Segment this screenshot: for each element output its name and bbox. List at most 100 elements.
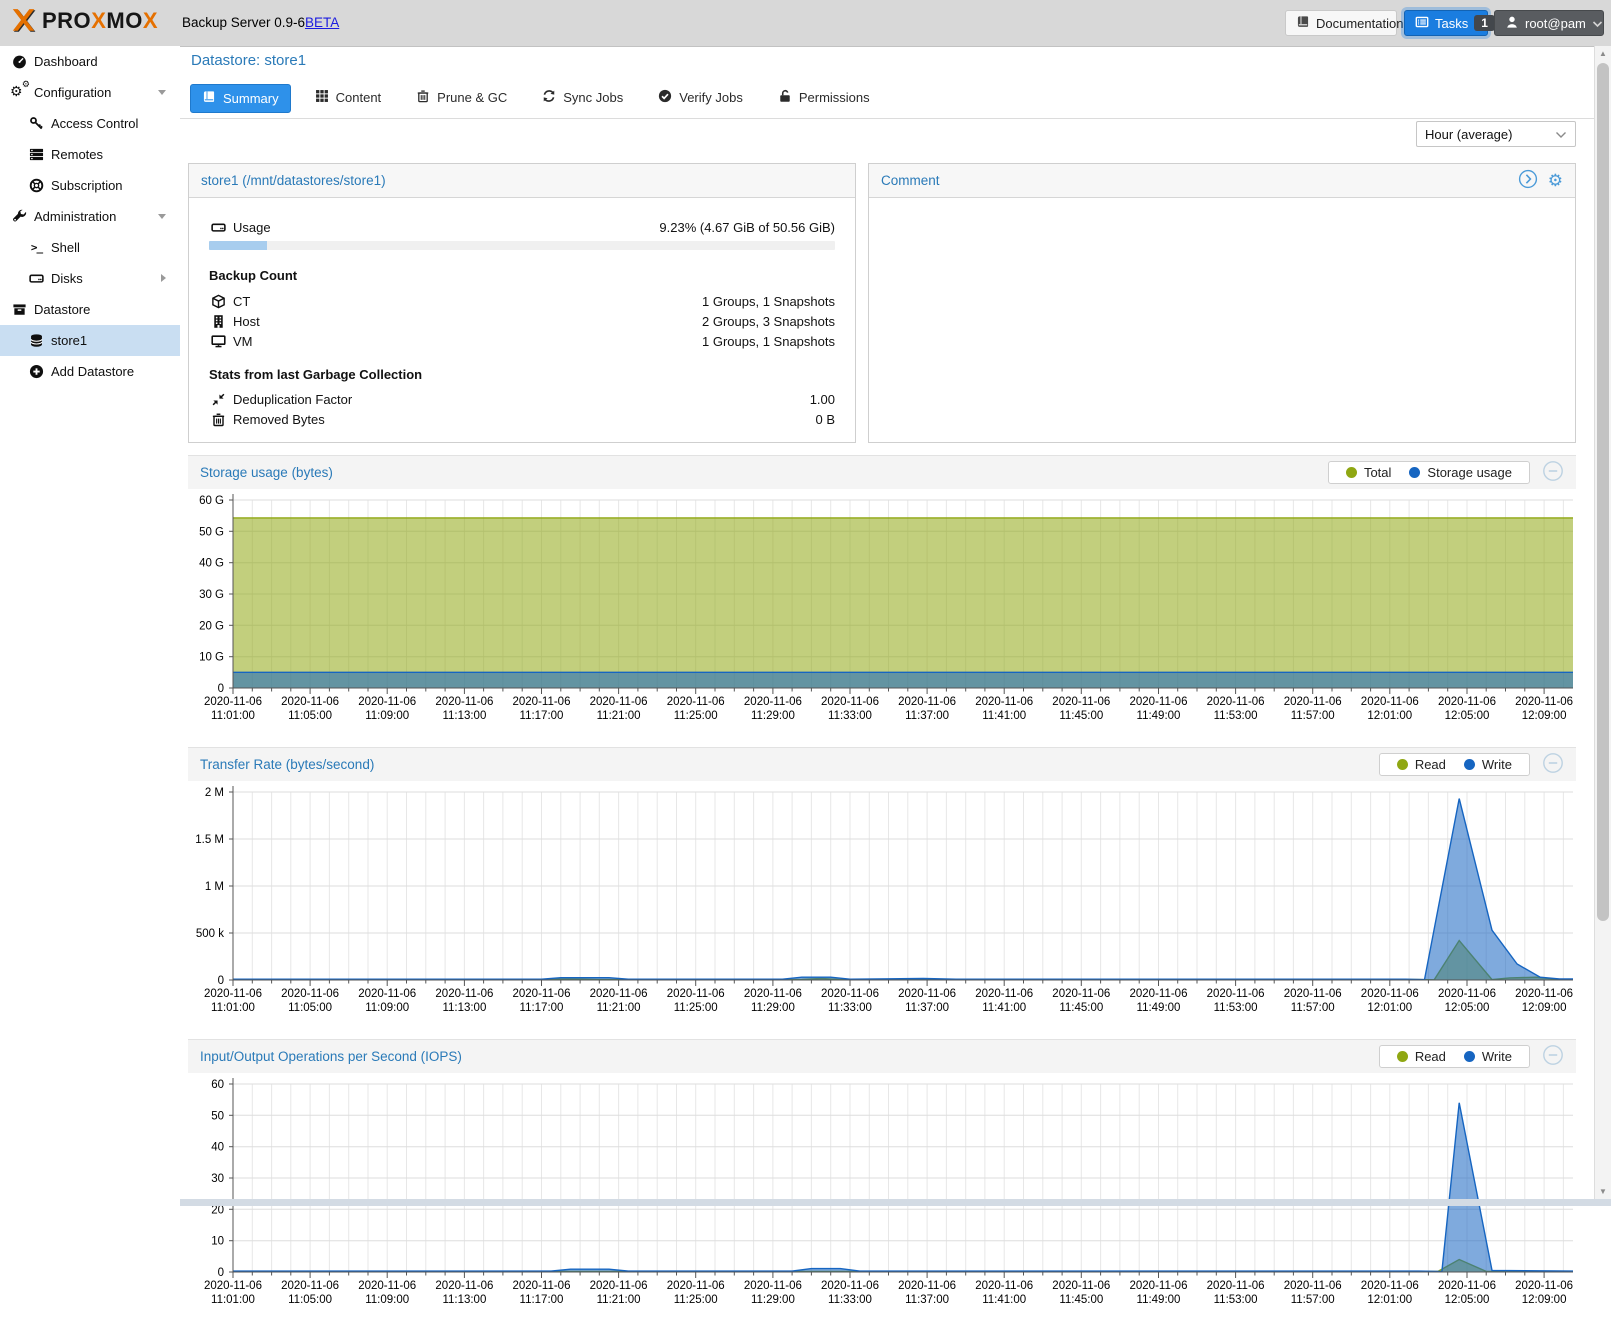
collapse-caret-icon[interactable]: [158, 214, 166, 219]
legend-item[interactable]: Storage usage: [1402, 465, 1519, 480]
usage-row: Usage 9.23% (4.67 GiB of 50.56 GiB): [209, 220, 835, 235]
beta-link[interactable]: BETA: [305, 15, 339, 30]
svg-text:11:05:00: 11:05:00: [288, 1294, 332, 1306]
tab-summary[interactable]: Summary: [190, 84, 291, 113]
chart-header: Transfer Rate (bytes/second) Read Write: [188, 747, 1576, 781]
expand-caret-icon[interactable]: [161, 274, 166, 282]
usage-label: Usage: [233, 220, 271, 235]
svg-text:2020-11-06: 2020-11-06: [1130, 1280, 1188, 1292]
legend-item[interactable]: Write: [1457, 757, 1519, 772]
svg-text:2020-11-06: 2020-11-06: [1207, 988, 1265, 1000]
desktop-icon: [209, 334, 227, 349]
sidebar-item-access-control[interactable]: Access Control: [0, 108, 180, 139]
vertical-scrollbar[interactable]: ▲ ▼: [1594, 46, 1611, 1206]
sidebar-item-shell[interactable]: >_ Shell: [0, 232, 180, 263]
compress-arrows-icon: [209, 392, 227, 407]
svg-text:2020-11-06: 2020-11-06: [821, 988, 879, 1000]
svg-text:11:13:00: 11:13:00: [442, 1294, 486, 1306]
tab-sync-jobs[interactable]: Sync Jobs: [531, 84, 634, 111]
svg-text:2020-11-06: 2020-11-06: [513, 988, 571, 1000]
sidebar-item-datastore[interactable]: Datastore: [0, 294, 180, 325]
tasks-button[interactable]: Tasks 1: [1404, 10, 1488, 36]
sidebar-item-subscription[interactable]: Subscription: [0, 170, 180, 201]
svg-text:11:05:00: 11:05:00: [288, 1002, 332, 1014]
svg-text:11:17:00: 11:17:00: [520, 1002, 564, 1014]
collapse-minus-icon[interactable]: [1542, 752, 1564, 777]
legend-item[interactable]: Read: [1390, 757, 1453, 772]
expand-chevron-circle-icon[interactable]: [1518, 169, 1538, 192]
usage-value: 9.23% (4.67 GiB of 50.56 GiB): [659, 220, 835, 235]
svg-text:11:45:00: 11:45:00: [1059, 1002, 1103, 1014]
legend-dot-icon: [1409, 467, 1420, 478]
unlock-icon: [778, 89, 792, 106]
scroll-down-icon[interactable]: ▼: [1595, 1187, 1611, 1196]
tab-content[interactable]: Content: [304, 84, 393, 111]
backup-count-row-ct: CT 1 Groups, 1 Snapshots: [209, 294, 835, 309]
svg-text:1 M: 1 M: [205, 881, 224, 893]
svg-text:11:01:00: 11:01:00: [211, 1294, 255, 1306]
svg-text:11:57:00: 11:57:00: [1291, 1002, 1335, 1014]
user-menu-button[interactable]: root@pam: [1494, 10, 1604, 36]
sidebar-item-remotes[interactable]: Remotes: [0, 139, 180, 170]
hdd-icon: [209, 220, 227, 235]
sidebar-item-dashboard[interactable]: Dashboard: [0, 46, 180, 77]
svg-text:2020-11-06: 2020-11-06: [590, 696, 648, 708]
sidebar-item-add-datastore[interactable]: Add Datastore: [0, 356, 180, 387]
terminal-icon: >_: [28, 241, 45, 254]
legend-item[interactable]: Write: [1457, 1049, 1519, 1064]
sidebar-item-configuration[interactable]: ⚙⚙ Configuration: [0, 77, 180, 108]
svg-text:2020-11-06: 2020-11-06: [590, 988, 648, 1000]
svg-text:20 G: 20 G: [199, 620, 224, 632]
tasks-count-badge: 1: [1474, 15, 1495, 31]
brand-wordmark: PROXMOX: [42, 8, 158, 34]
svg-text:2020-11-06: 2020-11-06: [821, 1280, 879, 1292]
legend-item[interactable]: Read: [1390, 1049, 1453, 1064]
chart-title: Transfer Rate (bytes/second): [200, 757, 1379, 772]
svg-text:2020-11-06: 2020-11-06: [744, 988, 802, 1000]
time-range-value: Hour (average): [1425, 127, 1512, 142]
svg-text:2020-11-06: 2020-11-06: [1361, 988, 1419, 1000]
svg-text:12:05:00: 12:05:00: [1445, 710, 1490, 722]
gear-icon[interactable]: ⚙: [1548, 172, 1563, 189]
collapse-caret-icon[interactable]: [158, 90, 166, 95]
documentation-button[interactable]: Documentation: [1285, 10, 1397, 36]
tab-verify-jobs[interactable]: Verify Jobs: [647, 84, 754, 111]
grid-icon: [315, 89, 329, 106]
collapse-minus-icon[interactable]: [1542, 460, 1564, 485]
tab-permissions[interactable]: Permissions: [767, 84, 881, 111]
svg-text:2020-11-06: 2020-11-06: [358, 696, 416, 708]
time-range-select[interactable]: Hour (average): [1416, 121, 1576, 147]
svg-text:11:57:00: 11:57:00: [1291, 710, 1335, 722]
svg-text:11:45:00: 11:45:00: [1059, 710, 1103, 722]
svg-text:2020-11-06: 2020-11-06: [975, 696, 1033, 708]
legend-dot-icon: [1464, 1051, 1475, 1062]
sidebar-item-disks[interactable]: Disks: [0, 263, 180, 294]
svg-text:11:53:00: 11:53:00: [1214, 1294, 1258, 1306]
svg-text:2020-11-06: 2020-11-06: [1438, 988, 1496, 1000]
svg-text:11:49:00: 11:49:00: [1137, 710, 1181, 722]
svg-text:60: 60: [211, 1079, 224, 1091]
sidebar-item-administration[interactable]: Administration: [0, 201, 180, 232]
svg-text:2020-11-06: 2020-11-06: [1130, 696, 1188, 708]
scrollbar-thumb[interactable]: [1597, 63, 1609, 921]
comment-body[interactable]: [869, 198, 1575, 204]
database-icon: [28, 333, 45, 348]
sidebar-item-store1[interactable]: store1: [0, 325, 180, 356]
tab-prune-gc[interactable]: Prune & GC: [405, 84, 518, 111]
svg-text:2020-11-06: 2020-11-06: [358, 1280, 416, 1292]
svg-text:12:01:00: 12:01:00: [1367, 1002, 1412, 1014]
svg-text:12:05:00: 12:05:00: [1445, 1002, 1490, 1014]
svg-text:11:37:00: 11:37:00: [905, 1294, 949, 1306]
svg-text:12:09:00: 12:09:00: [1522, 710, 1567, 722]
collapse-minus-icon[interactable]: [1542, 1044, 1564, 1069]
scroll-up-icon[interactable]: ▲: [1595, 49, 1611, 58]
svg-text:2020-11-06: 2020-11-06: [1515, 988, 1573, 1000]
key-icon: [28, 116, 45, 131]
proxmox-x-logo-icon: [10, 7, 38, 35]
svg-text:11:53:00: 11:53:00: [1214, 1002, 1258, 1014]
svg-text:50 G: 50 G: [199, 526, 224, 538]
legend-item[interactable]: Total: [1339, 465, 1398, 480]
svg-text:2020-11-06: 2020-11-06: [667, 1280, 725, 1292]
gc-stats-heading: Stats from last Garbage Collection: [209, 367, 835, 382]
svg-text:11:33:00: 11:33:00: [828, 1294, 872, 1306]
